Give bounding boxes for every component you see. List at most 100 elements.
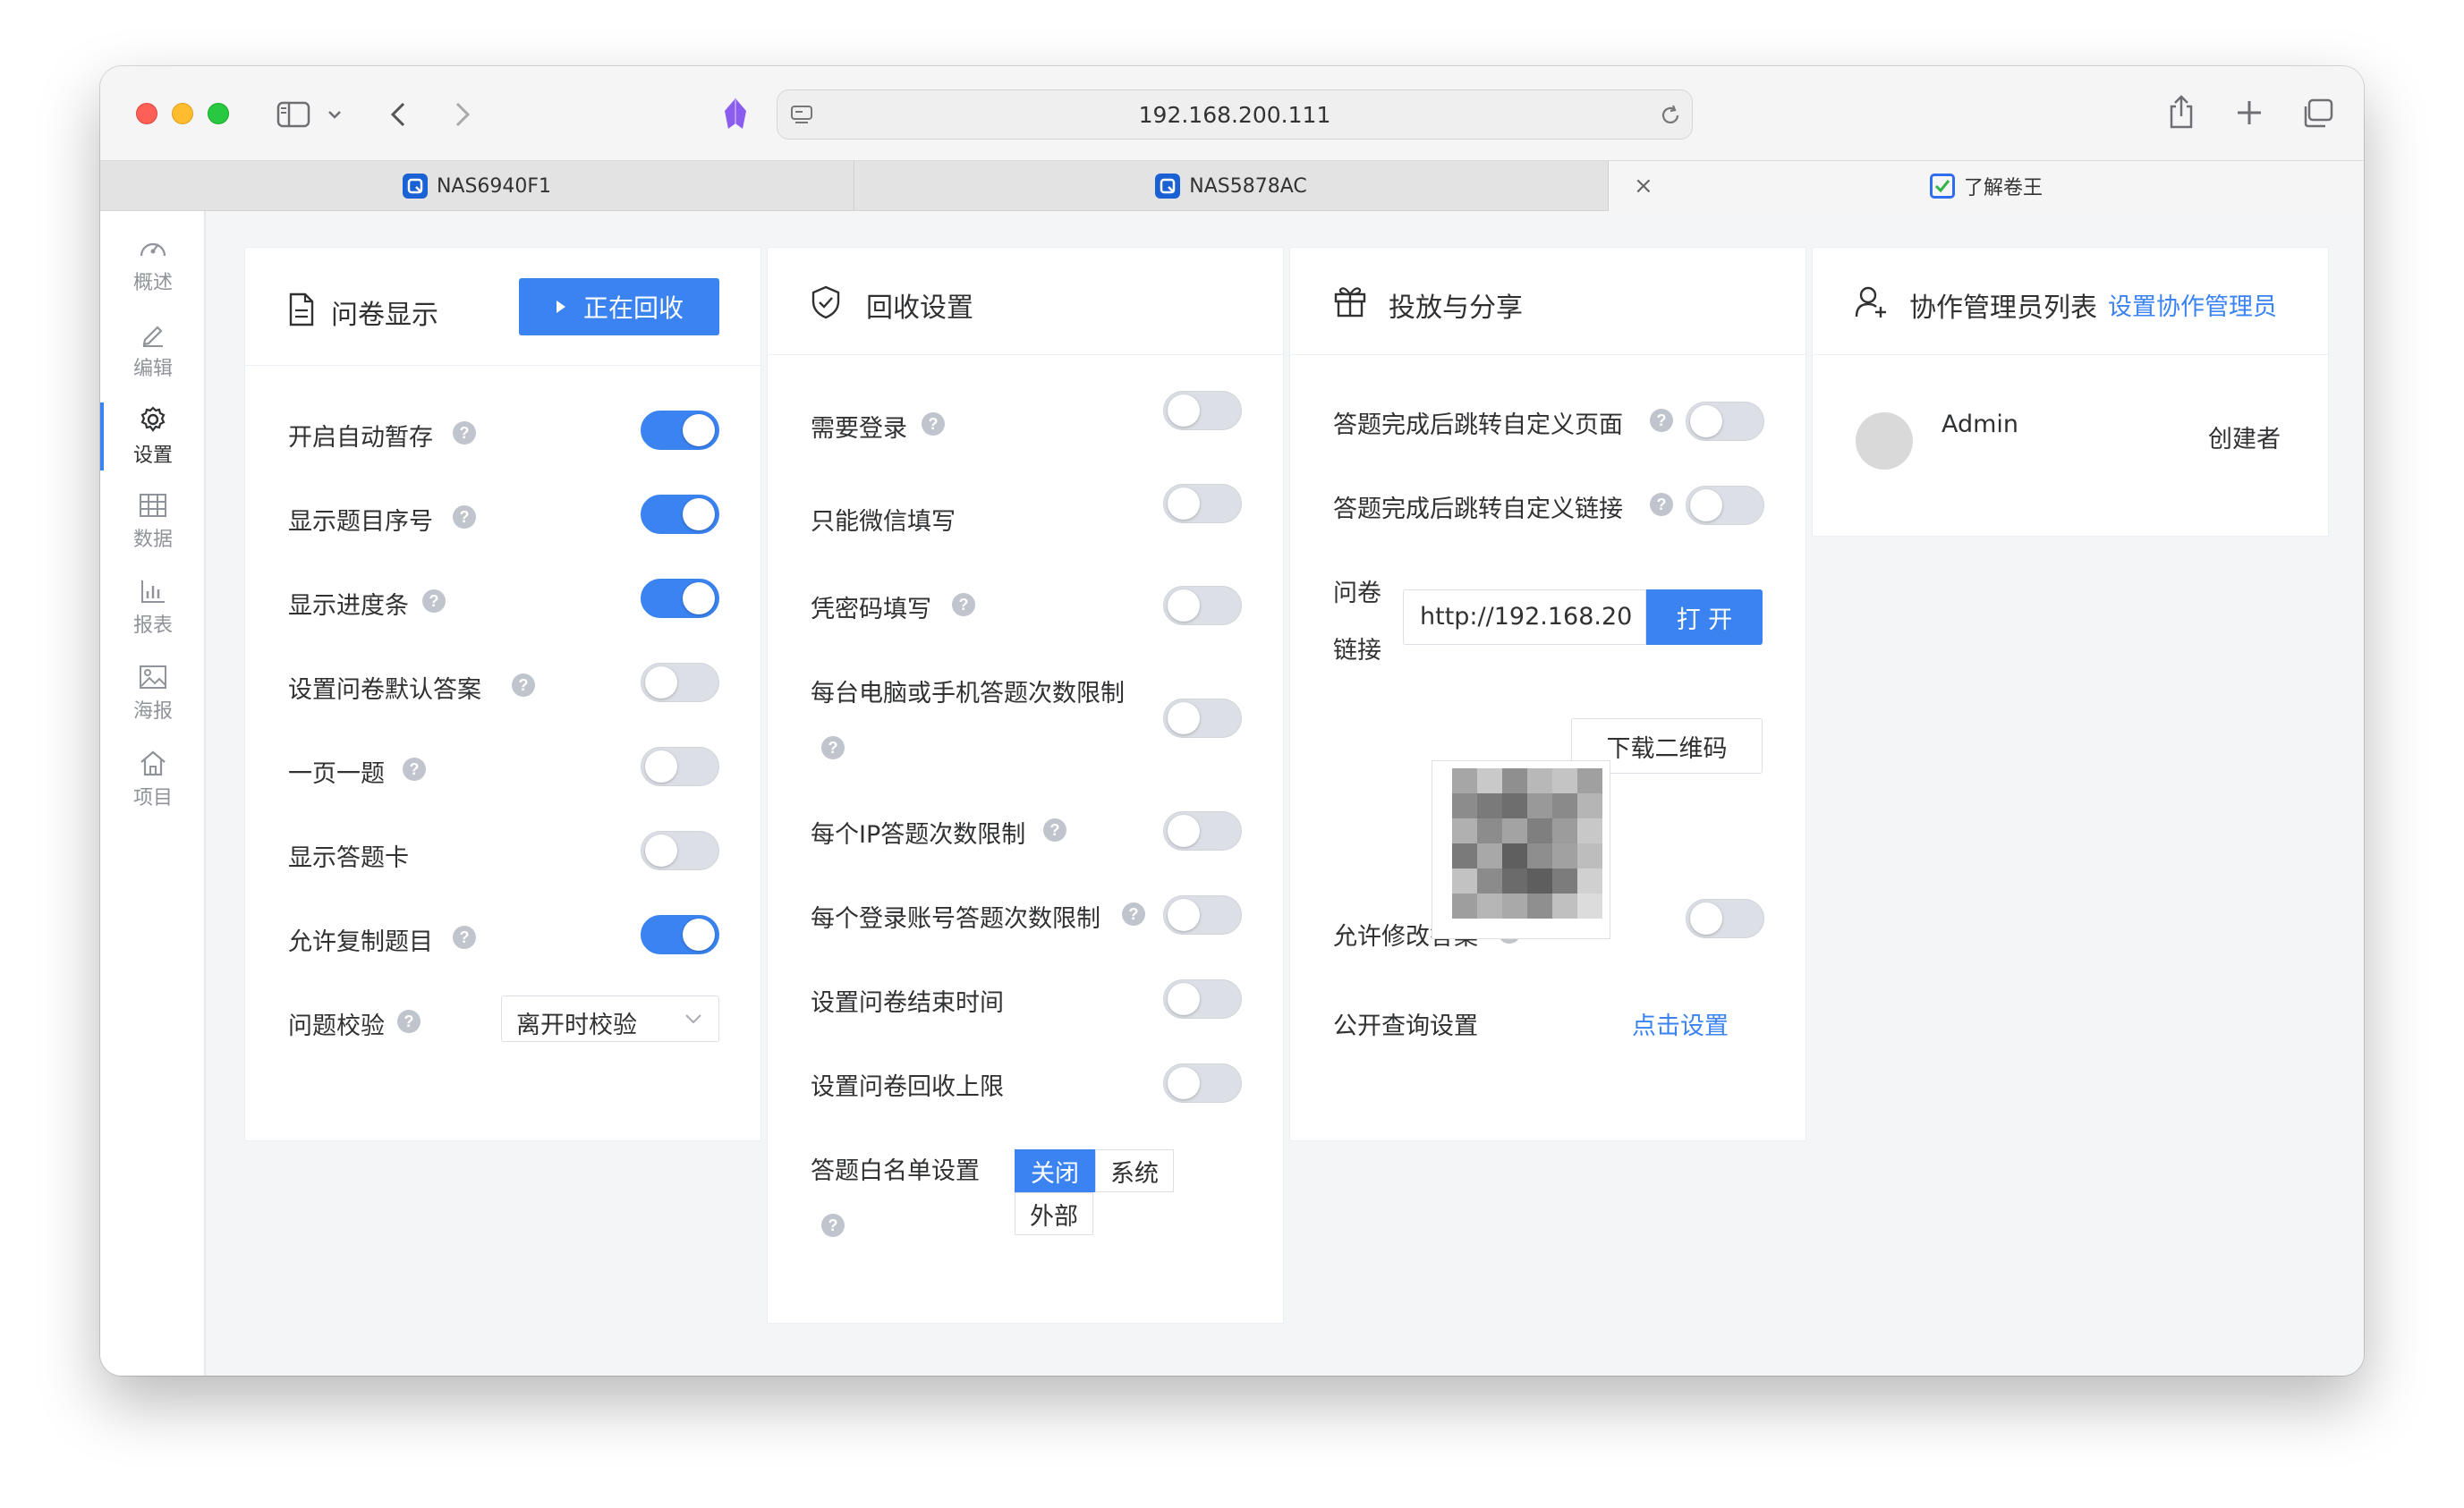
qr-code-cell	[1552, 843, 1577, 868]
qr-code-cell	[1577, 868, 1602, 894]
one-question-per-page-switch[interactable]	[641, 747, 719, 786]
help-icon[interactable]: ?	[922, 412, 945, 436]
row-label: 只能微信填写	[811, 508, 956, 536]
nas-favicon-icon	[402, 174, 428, 199]
bar-chart-icon	[141, 580, 165, 603]
whitelist-option-system[interactable]: 系统	[1095, 1149, 1174, 1192]
help-icon[interactable]: ?	[1650, 409, 1673, 432]
share-icon[interactable]	[2165, 93, 2197, 131]
redirect-link-switch[interactable]	[1686, 486, 1764, 525]
survey-link-input[interactable]: http://192.168.20	[1403, 589, 1646, 645]
show-answer-card-switch[interactable]	[641, 831, 719, 870]
allow-modify-answer-switch[interactable]	[1686, 899, 1764, 938]
row-label: 每台电脑或手机答题次数限制	[811, 680, 1125, 707]
help-icon[interactable]: ?	[453, 505, 476, 529]
tab-label: 了解卷王	[1963, 177, 2043, 199]
row-label: 显示答题卡	[288, 844, 409, 872]
tab-overview-icon[interactable]	[2299, 97, 2335, 131]
set-collaborators-link[interactable]: 设置协作管理员	[2108, 287, 2277, 322]
new-tab-icon[interactable]	[2233, 97, 2265, 129]
row-label: 开启自动暂存	[288, 424, 433, 452]
qr-code-cell	[1577, 818, 1602, 843]
sidebar-item-poster[interactable]: 海报	[100, 653, 206, 735]
help-icon[interactable]: ?	[1650, 493, 1673, 516]
sidebar-item-label: 海报	[132, 700, 173, 723]
help-icon[interactable]: ?	[422, 589, 446, 613]
sidebar-item-data[interactable]: 数据	[100, 481, 206, 563]
admin-role: 创建者	[2208, 426, 2281, 453]
help-icon[interactable]: ?	[952, 593, 975, 616]
zoom-window-button[interactable]	[208, 103, 229, 124]
qr-code-cell	[1452, 818, 1477, 843]
require-login-switch[interactable]	[1163, 391, 1242, 430]
qr-code-cell	[1452, 768, 1477, 793]
qr-code-cell	[1452, 793, 1477, 818]
collecting-status-button[interactable]: 正在回收	[519, 278, 719, 335]
sidebar-toggle-icon[interactable]	[276, 98, 311, 131]
ip-limit-switch[interactable]	[1163, 811, 1242, 851]
password-fill-switch[interactable]	[1163, 586, 1242, 625]
tab-close-icon[interactable]: ×	[1634, 161, 1653, 211]
address-bar[interactable]: 192.168.200.111	[777, 89, 1693, 140]
help-icon[interactable]: ?	[397, 1010, 421, 1033]
public-query-settings-link[interactable]: 点击设置	[1632, 1006, 1729, 1041]
qr-code-cell	[1527, 768, 1552, 793]
allow-copy-question-switch[interactable]	[641, 915, 719, 954]
qr-code-cell	[1477, 843, 1502, 868]
sidebar-item-overview[interactable]: 概述	[100, 224, 206, 306]
qr-code-cell	[1477, 818, 1502, 843]
qr-code-cell	[1552, 894, 1577, 919]
title-bar: 192.168.200.111	[100, 66, 2364, 161]
help-icon[interactable]: ?	[453, 421, 476, 445]
device-limit-switch[interactable]	[1163, 699, 1242, 738]
shield-icon	[811, 285, 840, 319]
show-question-number-switch[interactable]	[641, 495, 719, 534]
help-icon[interactable]: ?	[453, 926, 476, 949]
help-icon[interactable]: ?	[821, 1214, 845, 1237]
help-icon[interactable]: ?	[821, 736, 845, 759]
default-answer-switch[interactable]	[641, 663, 719, 702]
close-window-button[interactable]	[136, 103, 157, 124]
display-settings-card: 问卷显示 正在回收 开启自动暂存 ? 显示题目序号 ? 显示进度条 ? 设置问卷…	[244, 247, 761, 1141]
row-label: 答题完成后跳转自定义链接	[1333, 496, 1623, 523]
qr-code-cell	[1477, 793, 1502, 818]
auto-save-switch[interactable]	[641, 411, 719, 450]
sidebar-item-label: 概述	[132, 272, 173, 294]
home-icon	[140, 750, 166, 776]
help-icon[interactable]: ?	[403, 758, 426, 781]
qr-code	[1432, 760, 1610, 939]
reload-icon[interactable]	[1658, 103, 1683, 128]
whitelist-option-off[interactable]: 关闭	[1015, 1149, 1095, 1192]
back-icon[interactable]	[385, 98, 412, 131]
redirect-page-switch[interactable]	[1686, 402, 1764, 441]
forward-icon[interactable]	[449, 98, 476, 131]
account-limit-switch[interactable]	[1163, 895, 1242, 935]
row-label: 答题完成后跳转自定义页面	[1333, 411, 1623, 439]
validation-select[interactable]: 离开时校验	[501, 995, 719, 1042]
sidebar-item-label: 设置	[132, 445, 173, 467]
whitelist-option-external[interactable]: 外部	[1015, 1192, 1093, 1235]
extension-icon[interactable]	[718, 97, 753, 132]
tab-nas6940f1[interactable]: NAS6940F1	[100, 161, 854, 211]
tab-active[interactable]: × 了解卷王	[1609, 161, 2364, 211]
sidebar-item-edit[interactable]: 编辑	[100, 309, 206, 392]
browser-window: 192.168.200.111 NAS6940F1 NAS5878AC × 了解…	[100, 66, 2364, 1376]
gear-icon	[140, 406, 166, 432]
minimize-window-button[interactable]	[172, 103, 193, 124]
wechat-only-switch[interactable]	[1163, 484, 1242, 523]
row-label: 设置问卷回收上限	[811, 1073, 1004, 1101]
help-icon[interactable]: ?	[1122, 902, 1145, 926]
sidebar-item-settings[interactable]: 设置	[100, 395, 206, 478]
end-time-switch[interactable]	[1163, 979, 1242, 1019]
sidebar-item-project[interactable]: 项目	[100, 739, 206, 821]
open-link-button[interactable]: 打 开	[1646, 589, 1763, 645]
sidebar-item-report[interactable]: 报表	[100, 567, 206, 649]
help-icon[interactable]: ?	[1043, 818, 1066, 842]
chevron-down-icon[interactable]	[324, 102, 345, 127]
tab-nas5878ac[interactable]: NAS5878AC	[854, 161, 1609, 211]
play-icon	[556, 301, 565, 313]
collection-limit-switch[interactable]	[1163, 1063, 1242, 1103]
show-progress-bar-switch[interactable]	[641, 579, 719, 618]
row-label: 设置问卷默认答案	[288, 676, 481, 704]
help-icon[interactable]: ?	[512, 674, 535, 697]
